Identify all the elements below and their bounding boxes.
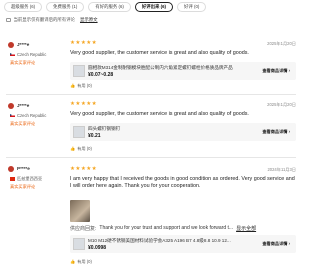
product-card[interactable]: 圆相款M314金制耐钢模块胜配公制内六角紧定螺钉螺栓价格质品牌产品 ¥0.07~… <box>70 62 296 80</box>
product-name: M10 M12硬不锈钢美国材料试验学会A325 A196 B7 4.8级8.8 … <box>88 238 231 243</box>
helpful-button[interactable]: 👍 有用 (0) <box>70 146 92 152</box>
review-photo[interactable] <box>70 200 90 222</box>
review-text: Very good supplier, the customer service… <box>70 111 249 117</box>
star-rating: ★★★★★ <box>70 40 98 46</box>
avatar <box>8 42 14 48</box>
star-rating: ★★★★★ <box>70 101 98 107</box>
czech-flag-icon <box>10 52 15 57</box>
product-thumbnail <box>73 65 85 77</box>
reviewer-name: J****e <box>17 42 30 47</box>
review-date: 2025年1月20日 <box>267 102 296 107</box>
show-all-link[interactable]: 显示全部 <box>236 225 256 232</box>
translation-checkbox[interactable] <box>6 17 11 23</box>
country-label: Czech Republic <box>17 52 47 57</box>
avatar <box>8 103 14 109</box>
view-product-button[interactable]: 查看商品详情 › <box>262 68 290 74</box>
reviewer-country: Czech Republic <box>10 113 46 118</box>
product-name: 圆相款M314金制耐钢模块胜配公制内六角紧定螺钉螺栓价格质品牌产品 <box>88 65 233 70</box>
review-date: 2024年11月3日 <box>267 167 296 172</box>
product-card[interactable]: M10 M12硬不锈钢美国材料试验学会A325 A196 B7 4.8级8.8 … <box>70 235 296 253</box>
reviewer-country: 匹兹堡西西亚 <box>10 176 42 182</box>
star-rating: ★★★★★ <box>70 166 98 172</box>
thumbs-up-icon: 👍 <box>70 146 76 151</box>
tab-rating[interactable]: 好评 (0) <box>177 2 207 12</box>
product-thumbnail <box>73 238 85 250</box>
review-text: Very good supplier, the customer service… <box>70 50 249 56</box>
helpful-count: 有用 (0) <box>77 146 92 151</box>
thumbs-up-icon: 👍 <box>70 83 76 88</box>
reviewer-name: P****e <box>17 166 30 171</box>
product-thumbnail <box>73 126 85 138</box>
czech-flag-icon <box>10 113 15 118</box>
product-card[interactable]: 四头螺钉钢钢钉 ¥0.21 查看商品详情 › <box>70 123 296 141</box>
verified-buyer-badge: 真实买家评论 <box>10 121 36 126</box>
translation-filter: 当前显示仅有翻译后的所有评论 显示原文 <box>6 17 98 23</box>
view-product-button[interactable]: 查看商品详情 › <box>262 129 290 135</box>
helpful-button[interactable]: 👍 有用 (0) <box>70 83 92 89</box>
review-date: 2025年1月20日 <box>267 41 296 46</box>
show-original-link[interactable]: 显示原文 <box>80 17 98 23</box>
country-label: 匹兹堡西西亚 <box>17 176 43 181</box>
translation-filter-label: 当前显示仅有翻译后的所有评论 <box>13 17 75 22</box>
review-filter-tabs: 超级服务 (6) 免费服务 (1) 有好的服务 (6) 好评出来 (6) 好评 … <box>4 2 207 12</box>
helpful-count: 有用 (0) <box>77 259 92 264</box>
tab-super-service[interactable]: 超级服务 (6) <box>4 2 43 12</box>
review-text: I am very happy that I received the good… <box>70 176 295 190</box>
seller-reply: 供应商回复: Thank you for your trust and supp… <box>70 225 296 232</box>
divider <box>6 94 296 95</box>
reviewer-country: Czech Republic <box>10 52 46 57</box>
tab-good-service[interactable]: 有好的服务 (6) <box>88 2 131 12</box>
product-price: ¥0.07~0.28 <box>88 72 114 78</box>
reviewer-name: J****e <box>17 103 30 108</box>
seller-reply-text: Thank you for your trust and support and… <box>99 225 234 231</box>
country-flag-icon <box>10 177 15 181</box>
verified-buyer-badge: 真实买家评论 <box>10 60 36 65</box>
product-price: ¥0.0998 <box>88 245 107 251</box>
helpful-count: 有用 (0) <box>77 83 92 88</box>
tab-positive[interactable]: 好评出来 (6) <box>134 2 174 12</box>
product-price: ¥0.21 <box>88 133 101 139</box>
view-product-button[interactable]: 查看商品详情 › <box>262 241 290 247</box>
thumbs-up-icon: 👍 <box>70 259 76 264</box>
country-label: Czech Republic <box>17 113 47 118</box>
verified-buyer-badge: 真实买家评论 <box>10 184 36 189</box>
helpful-button[interactable]: 👍 有用 (0) <box>70 259 92 265</box>
avatar <box>8 166 14 172</box>
seller-reply-label: 供应商回复: <box>70 226 97 232</box>
divider <box>6 157 296 158</box>
tab-free-service[interactable]: 免费服务 (1) <box>46 2 85 12</box>
product-name: 四头螺钉钢钢钉 <box>88 126 121 131</box>
